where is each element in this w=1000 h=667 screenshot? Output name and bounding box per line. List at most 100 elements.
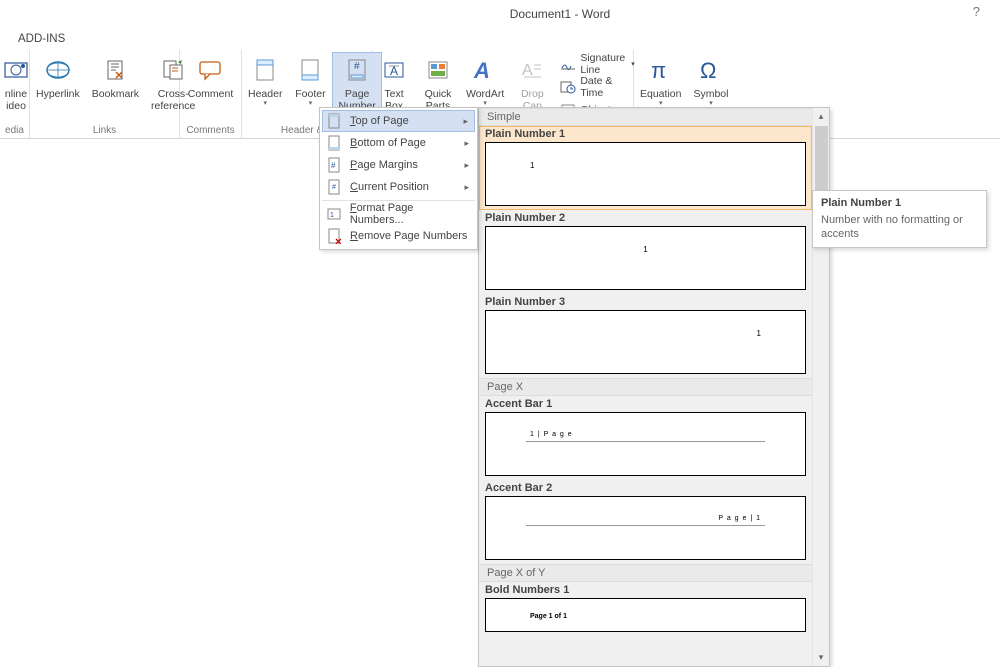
- tooltip-title: Plain Number 1: [821, 197, 978, 209]
- gallery-item-plain3[interactable]: Plain Number 3 1: [479, 294, 812, 378]
- gallery-item-title: Plain Number 2: [485, 212, 806, 224]
- document-title: Document1 - Word: [510, 7, 610, 21]
- bookmark-icon: [99, 54, 131, 86]
- header-icon: [249, 54, 281, 86]
- dropcap-button[interactable]: A Drop Cap: [510, 52, 554, 112]
- signature-line-button[interactable]: Signature Line ▾: [560, 54, 634, 74]
- bottom-page-icon: [326, 135, 342, 151]
- datetime-button[interactable]: Date & Time: [560, 77, 634, 97]
- scroll-thumb[interactable]: [815, 126, 828, 196]
- menu-format-page-numbers[interactable]: 1 Format Page Numbers...: [322, 203, 475, 225]
- footer-icon: [294, 54, 326, 86]
- dropcap-icon: A: [516, 54, 548, 86]
- svg-text:#: #: [354, 61, 360, 72]
- gallery-item-bold1[interactable]: Bold Numbers 1 Page 1 of 1: [479, 582, 812, 636]
- page-number-icon: #: [341, 54, 373, 86]
- textbox-icon: A: [378, 54, 410, 86]
- menu-label: Format Page Numbers...: [350, 202, 469, 226]
- hyperlink-button[interactable]: Hyperlink: [30, 52, 86, 100]
- symbol-icon: Ω: [695, 54, 727, 86]
- gallery-item-plain1[interactable]: Plain Number 1 1: [479, 126, 812, 210]
- signature-icon: [560, 56, 576, 72]
- dropdown-icon: ▾: [659, 99, 663, 107]
- gallery-preview: 1: [485, 226, 806, 290]
- svg-text:1: 1: [330, 212, 334, 219]
- menu-separator: [322, 200, 475, 201]
- bookmark-label: Bookmark: [92, 88, 139, 100]
- dropdown-icon: ▾: [263, 99, 267, 107]
- top-page-icon: [326, 113, 342, 129]
- margins-icon: #: [326, 157, 342, 173]
- menu-label: TTop of Pageop of Page: [350, 115, 409, 127]
- title-bar: Document1 - Word ?: [0, 0, 1000, 28]
- hyperlink-label: Hyperlink: [36, 88, 80, 100]
- wordart-button[interactable]: A WordArt ▾: [460, 52, 510, 107]
- gallery-preview: 1 | P a g e: [485, 412, 806, 476]
- textbox-button[interactable]: A Text Box: [372, 52, 416, 112]
- gallery-item-title: Plain Number 1: [485, 128, 806, 140]
- equation-icon: π: [645, 54, 677, 86]
- equation-button[interactable]: π Equation ▾: [634, 52, 687, 107]
- gallery-preview: 1: [485, 310, 806, 374]
- signature-label: Signature Line: [580, 52, 625, 76]
- footer-button[interactable]: Footer ▾: [288, 52, 332, 107]
- group-comments: Comment Comments: [180, 50, 242, 138]
- group-label-comments: Comments: [180, 125, 241, 138]
- preview-line: [526, 441, 765, 442]
- submenu-arrow-icon: ▸: [464, 138, 469, 149]
- quickparts-button[interactable]: Quick Parts: [416, 52, 460, 112]
- gallery-item-accent2[interactable]: Accent Bar 2 P a g e | 1: [479, 480, 812, 564]
- header-button[interactable]: Header ▾: [242, 52, 288, 107]
- help-icon[interactable]: ?: [973, 4, 980, 19]
- comment-button[interactable]: Comment: [182, 52, 240, 100]
- gallery-header-pagexy: Page X of Y: [479, 564, 812, 582]
- menu-label: Current Position: [350, 181, 429, 193]
- gallery-inner: Simple Plain Number 1 1 Plain Number 2 1…: [479, 108, 829, 636]
- page-number-menu: TTop of Pageop of Page ▸ Bottom of Page …: [319, 107, 478, 250]
- tooltip-body: Number with no formatting or accents: [821, 213, 978, 241]
- tab-addins[interactable]: ADD-INS: [18, 33, 65, 45]
- group-label-media: edia: [0, 125, 29, 138]
- svg-text:#: #: [332, 184, 336, 191]
- gallery-header-simple: Simple: [479, 108, 812, 126]
- svg-text:A: A: [522, 62, 533, 79]
- scroll-down-icon[interactable]: ▾: [813, 649, 829, 666]
- gallery-header-pagex: Page X: [479, 378, 812, 396]
- scroll-up-icon[interactable]: ▴: [813, 108, 829, 125]
- submenu-arrow-icon: ▸: [464, 182, 469, 193]
- preview-line: [526, 525, 765, 526]
- hyperlink-icon: [42, 54, 74, 86]
- tooltip: Plain Number 1 Number with no formatting…: [812, 190, 987, 248]
- menu-remove-page-numbers[interactable]: Remove Page Numbers: [322, 225, 475, 247]
- menu-top-of-page[interactable]: TTop of Pageop of Page ▸: [322, 110, 475, 132]
- group-media: nline ideo edia: [0, 50, 30, 138]
- comment-icon: [194, 54, 226, 86]
- bookmark-button[interactable]: Bookmark: [86, 52, 145, 100]
- menu-bottom-of-page[interactable]: Bottom of Page ▸: [322, 132, 475, 154]
- ribbon-tabs: ADD-INS: [0, 28, 1000, 50]
- svg-text:#: #: [331, 161, 336, 170]
- menu-label: Remove Page Numbers: [350, 230, 467, 242]
- group-links: Hyperlink Bookmark Cross- reference Link…: [30, 50, 180, 138]
- symbol-button[interactable]: Ω Symbol ▾: [687, 52, 734, 107]
- preview-text: 1 | P a g e: [530, 431, 573, 438]
- video-label: nline ideo: [5, 88, 27, 112]
- menu-label: Bottom of Page: [350, 137, 426, 149]
- gallery-item-title: Accent Bar 2: [485, 482, 806, 494]
- video-icon: [0, 54, 32, 86]
- menu-page-margins[interactable]: # Page Margins ▸: [322, 154, 475, 176]
- dropdown-icon: ▾: [709, 99, 713, 107]
- remove-icon: [326, 228, 342, 244]
- page-number-gallery: Simple Plain Number 1 1 Plain Number 2 1…: [478, 107, 830, 667]
- gallery-item-title: Bold Numbers 1: [485, 584, 806, 596]
- preview-number: 1: [530, 161, 534, 170]
- dropdown-icon: ▾: [483, 99, 487, 107]
- gallery-item-title: Plain Number 3: [485, 296, 806, 308]
- gallery-item-plain2[interactable]: Plain Number 2 1: [479, 210, 812, 294]
- quickparts-icon: [422, 54, 454, 86]
- submenu-arrow-icon: ▸: [463, 116, 468, 127]
- datetime-icon: [560, 79, 576, 95]
- gallery-item-accent1[interactable]: Accent Bar 1 1 | P a g e: [479, 396, 812, 480]
- menu-current-position[interactable]: # Current Position ▸: [322, 176, 475, 198]
- wordart-icon: A: [469, 54, 501, 86]
